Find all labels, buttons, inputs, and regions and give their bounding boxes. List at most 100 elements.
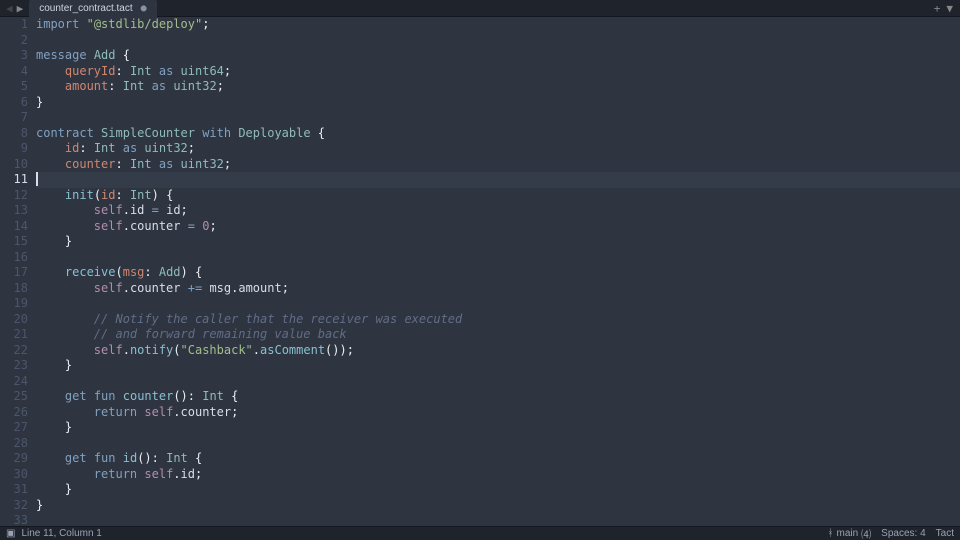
code-line[interactable]: self.notify("Cashback".asComment()); (36, 343, 960, 359)
token-punc (36, 405, 94, 419)
code-line[interactable] (36, 436, 960, 452)
code-line[interactable]: return self.id; (36, 467, 960, 483)
branch-icon: ᚼ (827, 528, 833, 539)
token-punc: : (115, 64, 129, 78)
code-line[interactable]: } (36, 482, 960, 498)
token-punc: (): (137, 451, 166, 465)
code-line[interactable]: queryId: Int as uint64; (36, 64, 960, 80)
token-kw: import (36, 17, 79, 31)
token-kw: get (65, 389, 87, 403)
line-number: 15 (0, 234, 28, 250)
token-punc (87, 48, 94, 62)
code-line[interactable]: get fun id(): Int { (36, 451, 960, 467)
token-punc (36, 312, 94, 326)
code-line[interactable]: get fun counter(): Int { (36, 389, 960, 405)
token-type: Int (94, 141, 116, 155)
code-line[interactable]: self.counter = 0; (36, 219, 960, 235)
token-punc (87, 451, 94, 465)
token-punc (152, 64, 159, 78)
token-punc (94, 126, 101, 140)
token-field: counter (65, 157, 116, 171)
line-number: 24 (0, 374, 28, 390)
code-line[interactable] (36, 513, 960, 526)
token-punc: ( (173, 343, 180, 357)
panel-toggle-icon[interactable]: ▣ (6, 528, 15, 539)
line-number: 26 (0, 405, 28, 421)
status-cursor-position[interactable]: Line 11, Column 1 (21, 528, 101, 539)
token-func: notify (130, 343, 173, 357)
token-punc: } (36, 420, 72, 434)
token-op: = (152, 203, 159, 217)
token-kw: return (94, 467, 137, 481)
code-line[interactable] (36, 110, 960, 126)
code-content[interactable]: import "@stdlib/deploy"; message Add { q… (36, 17, 960, 526)
token-punc: ( (115, 265, 122, 279)
token-punc (116, 389, 123, 403)
token-punc: } (36, 234, 72, 248)
token-kw: contract (36, 126, 94, 140)
editor-area[interactable]: 1234567891011121314151617181920212223242… (0, 17, 960, 526)
code-line[interactable] (36, 296, 960, 312)
line-number: 22 (0, 343, 28, 359)
tab-bar: ◀ ▶ counter_contract.tact ● + ▼ (0, 0, 960, 17)
token-func: id (123, 451, 137, 465)
code-line[interactable]: } (36, 498, 960, 514)
token-punc: ; (224, 157, 231, 171)
code-line[interactable] (36, 374, 960, 390)
code-line[interactable]: } (36, 95, 960, 111)
code-line[interactable]: return self.counter; (36, 405, 960, 421)
token-msgv: msg (123, 265, 145, 279)
code-line[interactable]: import "@stdlib/deploy"; (36, 17, 960, 33)
token-punc: ; (231, 405, 238, 419)
token-field: id (101, 188, 115, 202)
code-line[interactable]: } (36, 234, 960, 250)
token-punc: ; (224, 64, 231, 78)
line-number: 23 (0, 358, 28, 374)
code-line[interactable]: // Notify the caller that the receiver w… (36, 312, 960, 328)
token-cmt: // Notify the caller that the receiver w… (94, 312, 462, 326)
token-kw: fun (94, 451, 116, 465)
nav-forward-icon[interactable]: ▶ (15, 2, 26, 15)
token-type: Deployable (238, 126, 310, 140)
tab-overflow-button[interactable]: ▼ (943, 2, 956, 15)
line-number: 29 (0, 451, 28, 467)
code-line[interactable] (36, 172, 960, 188)
status-branch[interactable]: ᚼ main ⑷ (827, 526, 871, 540)
code-line[interactable]: counter: Int as uint32; (36, 157, 960, 173)
token-ident: msg (209, 281, 231, 295)
code-line[interactable]: } (36, 420, 960, 436)
branch-count: ⑷ (861, 526, 871, 540)
code-line[interactable]: // and forward remaining value back (36, 327, 960, 343)
token-punc (36, 79, 65, 93)
code-line[interactable]: self.id = id; (36, 203, 960, 219)
token-punc: ; (217, 79, 224, 93)
code-line[interactable]: receive(msg: Add) { (36, 265, 960, 281)
token-self: self (144, 467, 173, 481)
code-line[interactable]: init(id: Int) { (36, 188, 960, 204)
code-line[interactable]: self.counter += msg.amount; (36, 281, 960, 297)
line-number: 3 (0, 48, 28, 64)
token-punc (36, 219, 94, 233)
token-func: counter (123, 389, 174, 403)
tab-counter-contract[interactable]: counter_contract.tact ● (29, 0, 156, 17)
code-line[interactable]: id: Int as uint32; (36, 141, 960, 157)
code-line[interactable]: amount: Int as uint32; (36, 79, 960, 95)
token-type: uint32 (181, 157, 224, 171)
status-indentation[interactable]: Spaces: 4 (881, 528, 925, 539)
new-tab-button[interactable]: + (931, 2, 944, 15)
token-self: self (94, 281, 123, 295)
line-number: 19 (0, 296, 28, 312)
code-line[interactable] (36, 250, 960, 266)
token-punc: ; (282, 281, 289, 295)
status-language[interactable]: Tact (936, 528, 954, 539)
token-punc: ; (181, 203, 188, 217)
token-punc: } (36, 358, 72, 372)
code-line[interactable]: contract SimpleCounter with Deployable { (36, 126, 960, 142)
editor-window: ◀ ▶ counter_contract.tact ● + ▼ 12345678… (0, 0, 960, 540)
token-punc (36, 157, 65, 171)
code-line[interactable] (36, 33, 960, 49)
code-line[interactable]: message Add { (36, 48, 960, 64)
token-kw: fun (94, 389, 116, 403)
code-line[interactable]: } (36, 358, 960, 374)
token-punc (173, 157, 180, 171)
